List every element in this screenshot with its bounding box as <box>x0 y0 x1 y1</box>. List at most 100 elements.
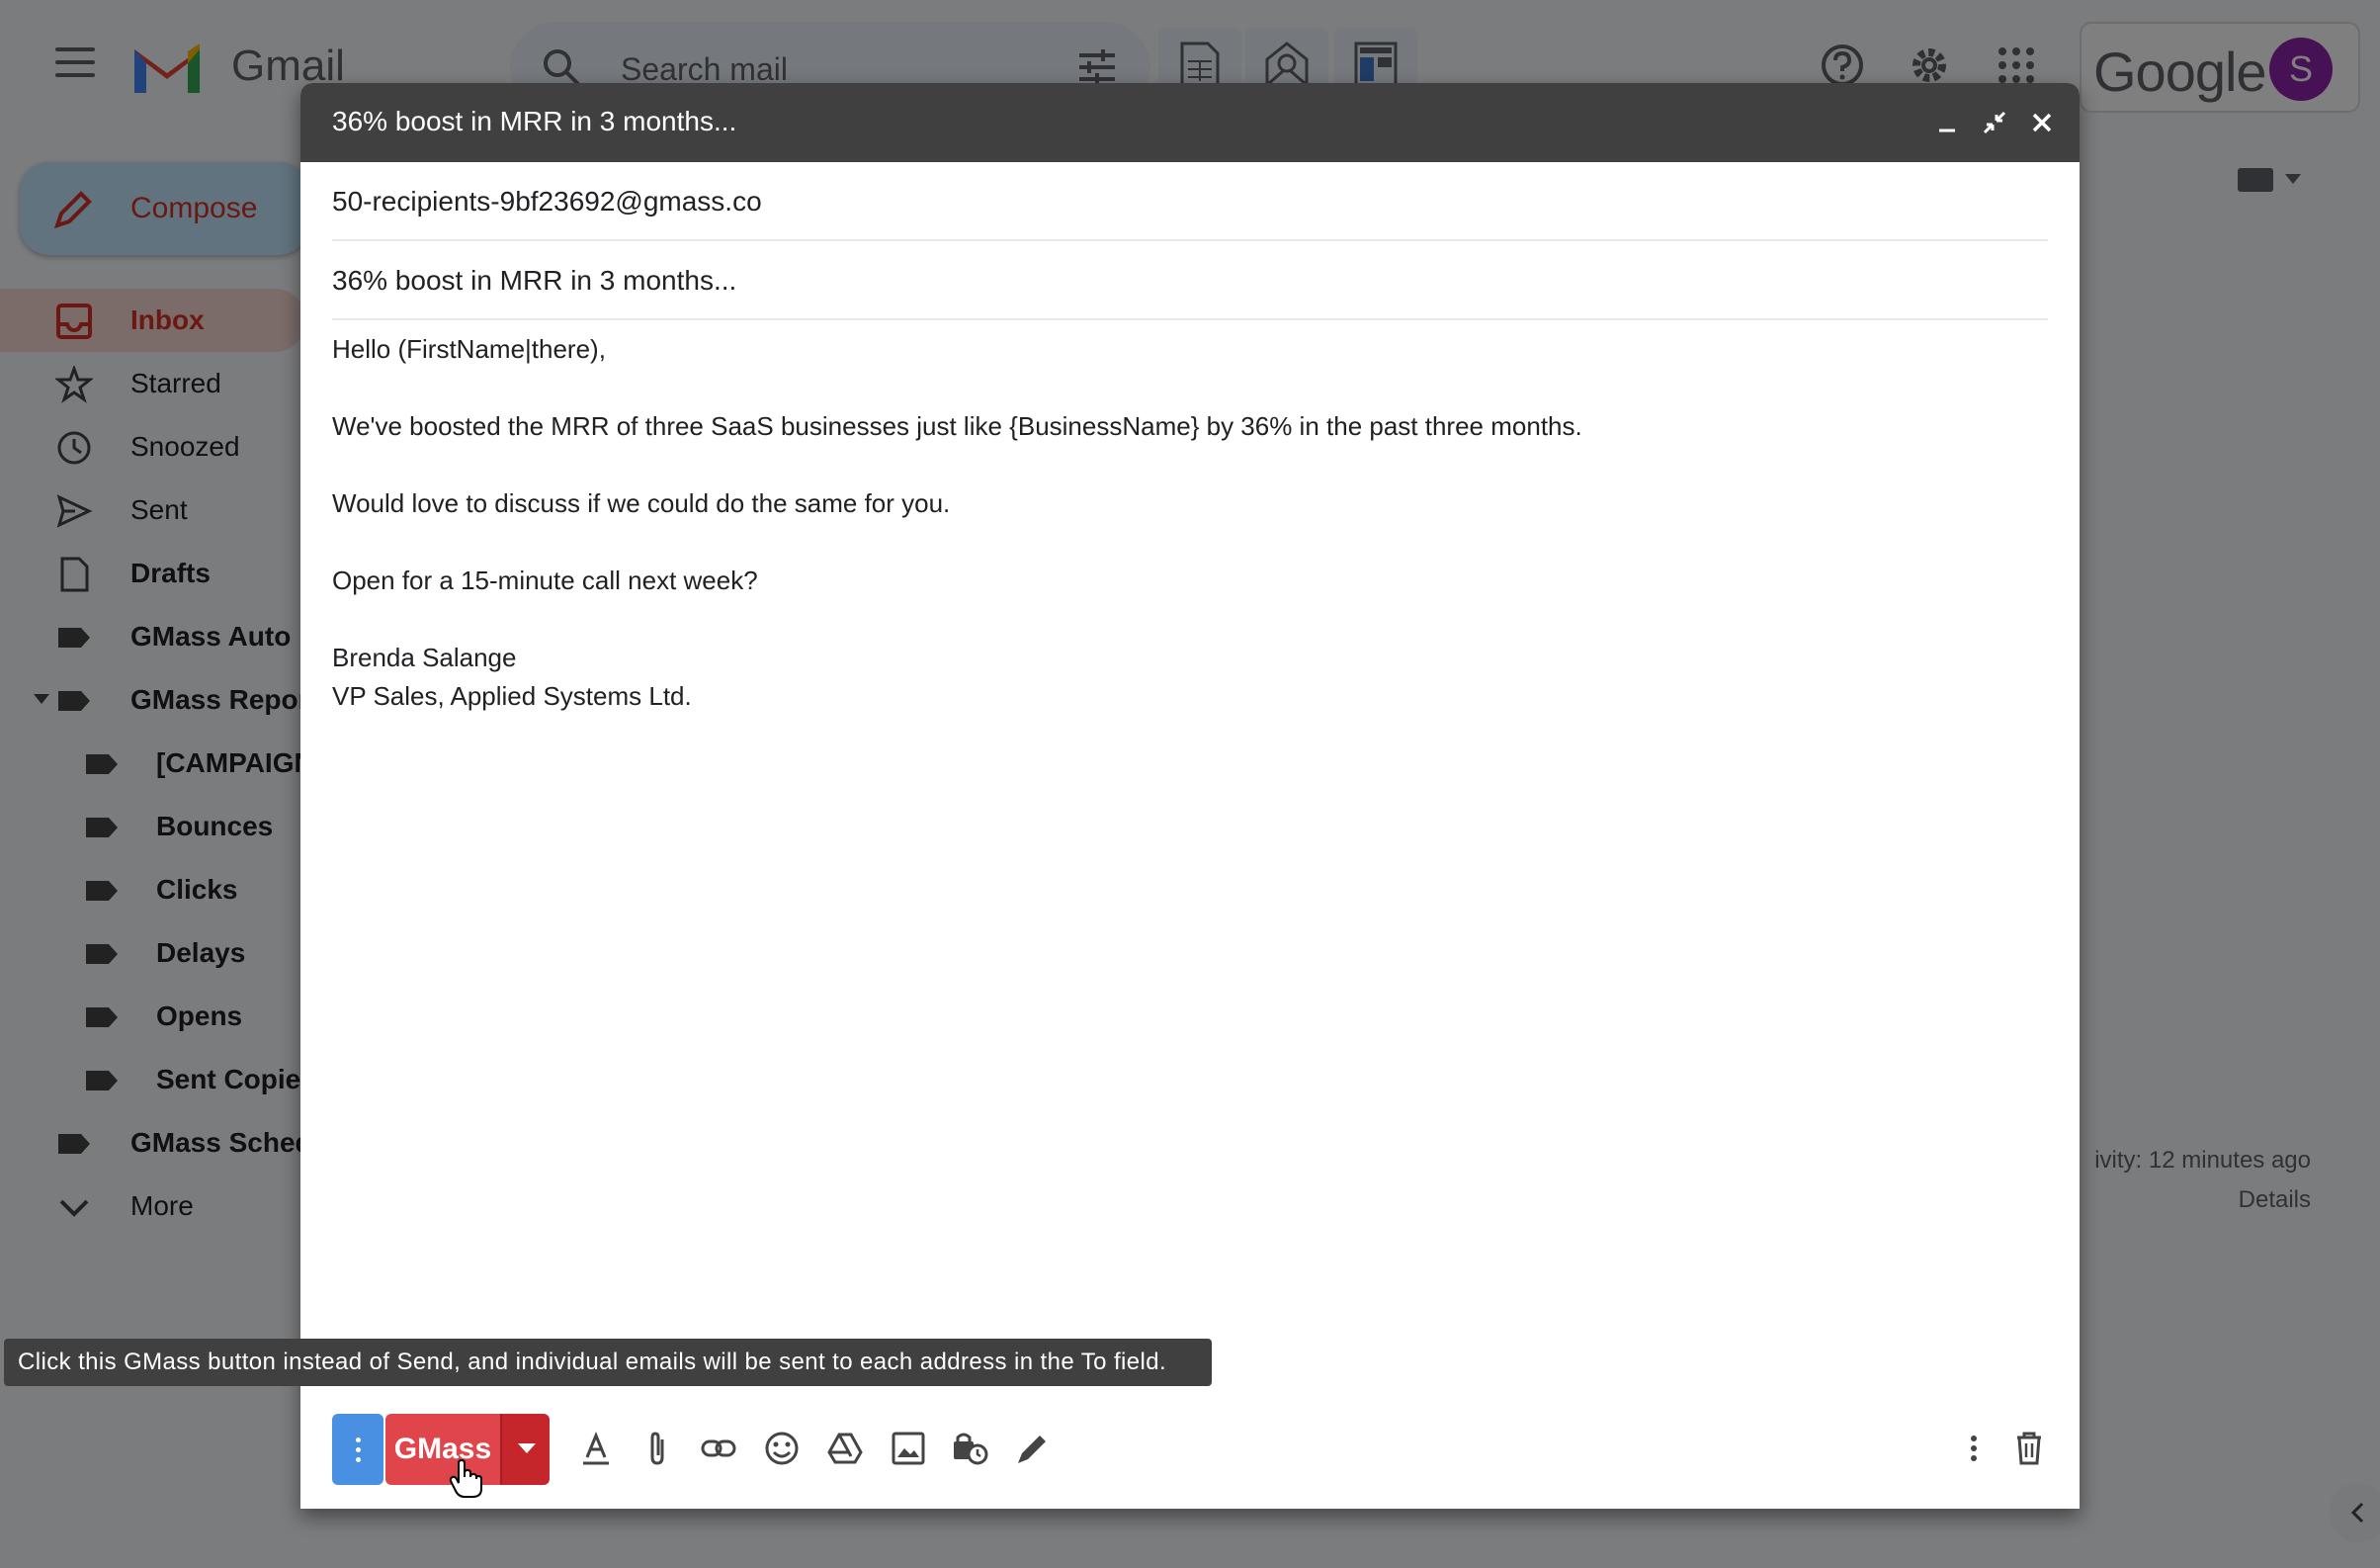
sidebar-item-label: Sent <box>130 494 188 525</box>
body-line: Open for a 15-minute call next week? <box>332 566 758 595</box>
exit-fullscreen-icon[interactable] <box>1981 109 2008 136</box>
subject-input[interactable]: 36% boost in MRR in 3 months... <box>332 265 736 297</box>
sidebar-item-label: Opens <box>156 1001 243 1031</box>
signature-pen-icon[interactable] <box>1014 1430 1052 1467</box>
label-icon <box>58 691 90 711</box>
pencil-icon <box>53 191 92 229</box>
clock-icon <box>57 431 91 465</box>
sidebar-item-opens[interactable]: Opens <box>0 985 306 1048</box>
inbox-icon <box>56 304 92 339</box>
template-icon <box>1354 42 1398 87</box>
sidebar-item-label: Bounces <box>156 811 274 841</box>
attachment-icon[interactable] <box>638 1430 676 1467</box>
label-icon <box>58 1134 90 1154</box>
message-body[interactable]: Hello (FirstName|there), We've boosted t… <box>332 330 2012 716</box>
sidebar-item-sent[interactable]: Sent <box>0 479 306 542</box>
discard-draft-icon[interactable] <box>2010 1430 2048 1467</box>
sidebar-item-label: Delays <box>156 937 246 968</box>
signature-name: Brenda Salange <box>332 643 517 672</box>
body-line-blank <box>332 523 2012 562</box>
sidebar-item-delays[interactable]: Delays <box>0 921 306 985</box>
to-recipient[interactable]: 50-recipients-9bf23692@gmass.co <box>332 186 762 218</box>
google-logo: Google <box>2093 41 2267 103</box>
compose-title: 36% boost in MRR in 3 months... <box>332 106 737 136</box>
sidebar-item-label: Drafts <box>130 558 211 588</box>
label-icon <box>86 818 118 837</box>
gmass-tooltip: Click this GMass button instead of Send,… <box>4 1339 1212 1386</box>
apps-grid-icon[interactable] <box>1995 44 2038 87</box>
gmass-dropdown-button[interactable] <box>500 1414 550 1485</box>
star-icon <box>55 366 93 403</box>
main-menu-icon[interactable] <box>55 47 95 79</box>
body-line-blank <box>332 446 2012 484</box>
settings-gear-icon[interactable] <box>1908 44 1951 87</box>
sidebar-item-sent-copies[interactable]: Sent Copies <box>0 1048 316 1111</box>
insert-photo-icon[interactable] <box>890 1430 927 1467</box>
sidebar-item-label: GMass Auto F <box>130 621 316 652</box>
subject-field[interactable]: 36% boost in MRR in 3 months... <box>332 241 2048 320</box>
body-line: Would love to discuss if we could do the… <box>332 488 951 518</box>
compose-header[interactable]: 36% boost in MRR in 3 months... <box>300 83 2080 162</box>
label-icon <box>86 881 118 901</box>
expand-caret-icon[interactable] <box>34 694 49 704</box>
keyboard-icon[interactable] <box>2238 168 2273 192</box>
body-line: Hello (FirstName|there), <box>332 334 606 364</box>
send-icon <box>56 494 93 528</box>
minimize-icon[interactable] <box>1933 109 1961 136</box>
signature-title: VP Sales, Applied Systems Ltd. <box>332 681 692 711</box>
body-line-blank <box>332 369 2012 407</box>
gmass-send-button[interactable]: GMass <box>385 1414 500 1485</box>
sidebar-item-more[interactable]: More <box>0 1175 306 1238</box>
chevron-down-icon <box>59 1199 89 1217</box>
last-activity-text: ivity: 12 minutes ago <box>2094 1147 2311 1174</box>
sidebar-item-bounces[interactable]: Bounces <box>0 795 306 858</box>
compose-label: Compose <box>130 192 258 224</box>
label-icon <box>86 1071 118 1090</box>
more-options-icon[interactable] <box>1955 1430 1993 1467</box>
body-line-blank <box>332 600 2012 639</box>
close-icon[interactable] <box>2028 109 2056 136</box>
google-drive-icon[interactable] <box>826 1430 864 1467</box>
confidential-mode-icon[interactable] <box>951 1430 988 1467</box>
sidebar-item-clicks[interactable]: Clicks <box>0 858 306 921</box>
label-icon <box>86 1007 118 1027</box>
sidebar-item-gmass-scheduled[interactable]: GMass Sched <box>0 1111 312 1175</box>
text-format-icon[interactable] <box>577 1430 615 1467</box>
chevron-left-icon <box>2350 1502 2364 1524</box>
chevron-down-icon[interactable] <box>2285 174 2301 184</box>
label-icon <box>86 754 118 774</box>
spreadsheet-icon <box>1180 42 1220 89</box>
email-at-icon <box>1265 42 1309 87</box>
to-field[interactable]: 50-recipients-9bf23692@gmass.co <box>332 162 2048 241</box>
compose-toolbar: GMass <box>300 1402 2080 1491</box>
search-options-icon[interactable] <box>1077 47 1117 87</box>
gmass-settings-button[interactable] <box>332 1414 383 1485</box>
compose-button[interactable]: Compose <box>20 162 308 255</box>
avatar[interactable]: S <box>2269 38 2333 101</box>
side-panel-toggle[interactable] <box>2329 1483 2380 1542</box>
help-icon[interactable] <box>1821 44 1864 87</box>
sidebar-item-drafts[interactable]: Drafts <box>0 542 306 605</box>
google-account-switcher[interactable]: Google S <box>2080 22 2360 113</box>
sidebar-item-label: Clicks <box>156 874 238 905</box>
sidebar-item-label: GMass Sched <box>130 1127 312 1158</box>
hand-cursor-icon <box>449 1459 482 1498</box>
sidebar-item-gmass-auto[interactable]: GMass Auto F <box>0 605 315 668</box>
details-link[interactable]: Details <box>2239 1186 2311 1214</box>
link-icon[interactable] <box>700 1430 737 1467</box>
body-line: We've boosted the MRR of three SaaS busi… <box>332 411 1582 441</box>
emoji-icon[interactable] <box>763 1430 801 1467</box>
sidebar-item-snoozed[interactable]: Snoozed <box>0 415 306 479</box>
sidebar-item-starred[interactable]: Starred <box>0 352 306 415</box>
sidebar-item-gmass-reports[interactable]: GMass Repor <box>0 668 309 732</box>
compose-window: 36% boost in MRR in 3 months... 50-recip… <box>300 83 2080 1509</box>
label-icon <box>58 628 90 648</box>
sidebar-item-label: Starred <box>130 368 221 398</box>
sidebar-item-campaign[interactable]: [CAMPAIGN <box>0 732 314 795</box>
draft-icon <box>60 557 89 592</box>
sidebar-item-label: More <box>130 1190 194 1221</box>
sidebar-item-label: Sent Copies <box>156 1064 316 1094</box>
sidebar-item-label: GMass Repor <box>130 684 309 715</box>
sidebar-item-inbox[interactable]: Inbox <box>0 289 306 352</box>
sidebar-item-label: Inbox <box>130 305 205 335</box>
